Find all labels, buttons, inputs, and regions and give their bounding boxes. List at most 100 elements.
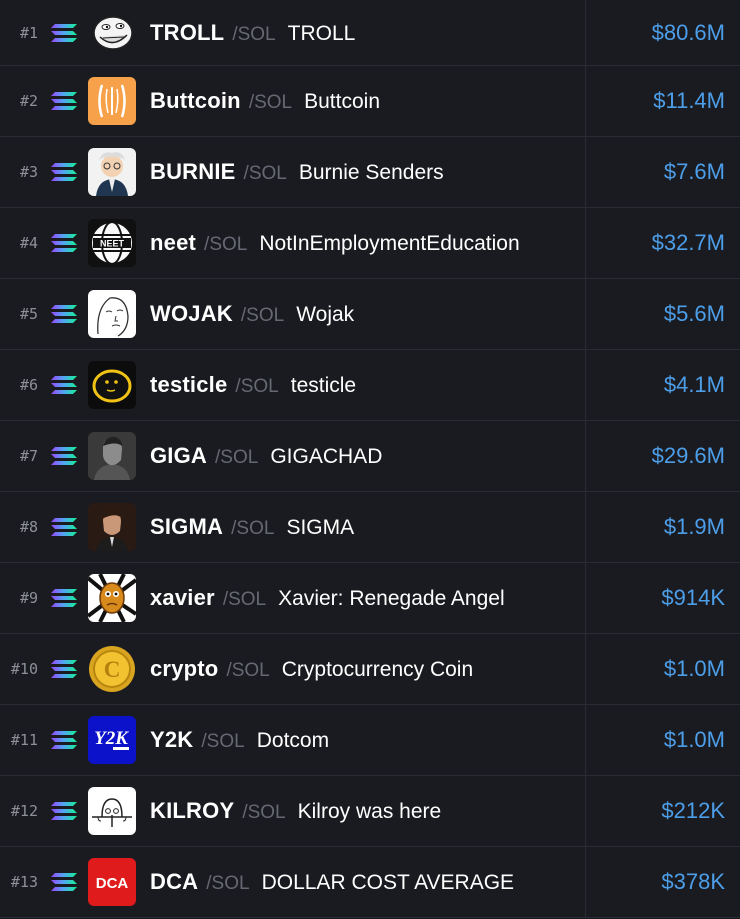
token-ticker: TROLL <box>150 19 225 45</box>
wojak-face-icon <box>88 290 136 338</box>
token-pair: /SOL <box>232 23 276 45</box>
token-fullname: Burnie Senders <box>298 161 444 184</box>
token-ticker: crypto <box>150 656 219 681</box>
rank-number: #7 <box>19 447 38 465</box>
market-cap: $11.4M <box>653 88 725 113</box>
rank-number: #3 <box>19 163 38 181</box>
table-row[interactable]: #5 WOJAK /SOL Wojak $5.6M <box>0 279 740 350</box>
solana-icon <box>50 91 78 111</box>
solana-icon <box>50 23 78 43</box>
column-divider <box>585 421 586 491</box>
market-cap: $5.6M <box>663 301 725 326</box>
table-row[interactable]: #3 BURNIE /SOL Burnie Senders $7.6M <box>0 137 740 208</box>
solana-icon <box>50 233 78 253</box>
token-ticker: Y2K <box>150 727 194 752</box>
neet-globe-icon: NEET <box>88 219 136 267</box>
token-pair: /SOL <box>201 731 245 752</box>
rank-number: #13 <box>10 873 38 891</box>
token-ticker: WOJAK <box>150 301 233 326</box>
rank-number: #6 <box>19 376 38 394</box>
token-ticker: GIGA <box>150 443 208 468</box>
buttcoin-logo-icon <box>88 77 136 125</box>
token-ticker: Buttcoin <box>150 88 241 113</box>
token-name-line: WOJAK /SOL Wojak <box>150 301 354 327</box>
column-divider <box>585 0 586 65</box>
solana-icon <box>50 872 78 892</box>
market-cap: $7.6M <box>663 159 725 184</box>
table-row[interactable]: #10 C crypto /SOL Cryptocurrency Coin $1… <box>0 634 740 705</box>
column-divider <box>585 776 586 846</box>
token-ticker: KILROY <box>150 798 235 823</box>
table-row[interactable]: #8 SIGMA /SOL SIGMA $1.9M <box>0 492 740 563</box>
table-row[interactable]: #12 KILROY /SOL Kilroy was here $212K <box>0 776 740 847</box>
table-row[interactable]: #4 NEET neet /SOL NotInEmploymentEducati… <box>0 208 740 279</box>
rank-number: #12 <box>10 802 38 820</box>
rank-number: #9 <box>19 589 38 607</box>
token-name-line: BURNIE /SOL Burnie Senders <box>150 159 444 185</box>
solana-icon <box>50 517 78 537</box>
token-pair: /SOL <box>222 589 267 610</box>
token-fullname: Cryptocurrency Coin <box>281 658 474 681</box>
market-cap: $1.0M <box>663 727 725 752</box>
token-ticker: DCA <box>150 869 199 894</box>
token-table: #1 TROLL /SOL TROLL $80.6M #2 Buttcoin /… <box>0 0 740 918</box>
table-row[interactable]: #2 Buttcoin /SOL Buttcoin $11.4M <box>0 66 740 137</box>
troll-face-icon <box>88 8 136 57</box>
token-fullname: DOLLAR COST AVERAGE <box>261 871 515 894</box>
token-ticker: xavier <box>150 585 215 610</box>
solana-icon <box>50 375 78 395</box>
table-row[interactable]: #6 testicle /SOL testicle $4.1M <box>0 350 740 421</box>
rank-number: #1 <box>19 23 38 42</box>
token-fullname: Kilroy was here <box>297 800 442 823</box>
svg-text:C: C <box>104 657 121 682</box>
column-divider <box>585 634 586 704</box>
token-fullname: Xavier: Renegade Angel <box>278 587 505 610</box>
solana-icon <box>50 588 78 608</box>
token-name-line: Buttcoin /SOL Buttcoin <box>150 88 380 114</box>
burnie-portrait-icon <box>88 148 136 196</box>
table-row[interactable]: #1 TROLL /SOL TROLL $80.6M <box>0 0 740 66</box>
token-pair: /SOL <box>215 447 259 468</box>
token-pair: /SOL <box>235 376 279 397</box>
token-pair: /SOL <box>206 873 250 894</box>
sigma-portrait-icon <box>88 503 136 551</box>
token-pair: /SOL <box>243 163 287 184</box>
rank-number: #5 <box>19 305 38 323</box>
token-pair: /SOL <box>242 802 286 823</box>
table-row[interactable]: #7 GIGA /SOL GIGACHAD $29.6M <box>0 421 740 492</box>
solana-icon <box>50 162 78 182</box>
rank-number: #2 <box>19 92 38 110</box>
token-name-line: testicle /SOL testicle <box>150 372 356 398</box>
market-cap: $212K <box>661 798 725 823</box>
solana-icon <box>50 304 78 324</box>
token-name-line: SIGMA /SOL SIGMA <box>150 514 354 540</box>
token-pair: /SOL <box>204 234 248 255</box>
token-name-line: neet /SOL NotInEmploymentEducation <box>150 230 520 256</box>
token-pair: /SOL <box>231 518 275 539</box>
solana-icon <box>50 659 78 679</box>
column-divider <box>585 279 586 349</box>
token-name-line: KILROY /SOL Kilroy was here <box>150 798 441 824</box>
table-row[interactable]: #13 DCA DCA /SOL DOLLAR COST AVERAGE $37… <box>0 847 740 918</box>
column-divider <box>585 847 586 917</box>
solana-icon <box>50 446 78 466</box>
rank-number: #10 <box>10 660 38 678</box>
market-cap: $32.7M <box>651 230 725 255</box>
svg-text:Y2K: Y2K <box>94 728 129 749</box>
table-row[interactable]: #11 Y2K Y2K /SOL Dotcom $1.0M <box>0 705 740 776</box>
column-divider <box>585 137 586 207</box>
table-row[interactable]: #9 xavier /SOL Xavier: Renegade Angel $9… <box>0 563 740 634</box>
token-fullname: NotInEmploymentEducation <box>259 232 520 255</box>
token-fullname: Dotcom <box>256 729 330 752</box>
y2k-logo-icon: Y2K <box>88 716 136 764</box>
token-name-line: TROLL /SOL TROLL <box>150 20 355 46</box>
market-cap: $378K <box>661 869 725 894</box>
market-cap: $1.9M <box>663 514 725 539</box>
token-ticker: BURNIE <box>150 159 236 184</box>
gigachad-portrait-icon <box>88 432 136 480</box>
svg-text:DCA: DCA <box>96 875 129 892</box>
token-fullname: GIGACHAD <box>270 445 383 468</box>
token-pair: /SOL <box>226 660 270 681</box>
svg-text:NEET: NEET <box>100 239 125 249</box>
market-cap: $1.0M <box>663 656 725 681</box>
